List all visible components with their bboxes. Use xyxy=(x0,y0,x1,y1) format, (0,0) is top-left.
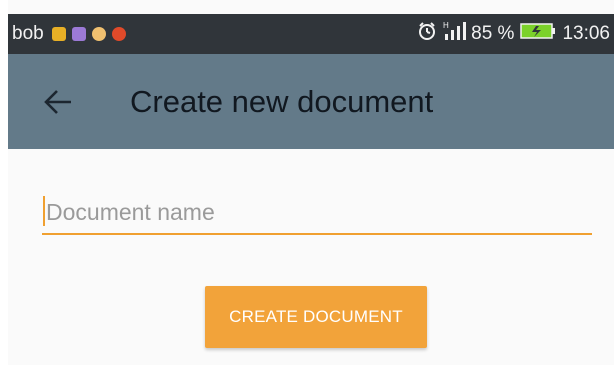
battery-icon xyxy=(520,22,556,46)
signal-icon: H xyxy=(443,20,469,48)
text-caret xyxy=(43,196,45,226)
status-left: bob xyxy=(8,23,132,45)
notification-app-icon-1 xyxy=(51,27,66,41)
status-time: 13:06 xyxy=(562,23,610,44)
svg-text:H: H xyxy=(443,21,449,30)
status-right: H 85 % 13:06 xyxy=(417,20,614,48)
page-title: Create new document xyxy=(130,83,434,119)
document-name-field[interactable] xyxy=(42,192,592,236)
app-toolbar: Create new document xyxy=(8,54,614,149)
arrow-left-icon xyxy=(44,89,71,114)
back-button[interactable] xyxy=(38,82,78,122)
status-bar: bob H 85 % 13:06 xyxy=(8,14,614,54)
input-underline xyxy=(42,233,592,235)
notification-app-icon-2 xyxy=(71,27,86,41)
notification-app-icon-3 xyxy=(91,27,106,41)
app-screen: bob H 85 % 13:06 Create new document Doc… xyxy=(8,0,614,365)
document-name-input[interactable] xyxy=(42,192,592,232)
status-user-name: bob xyxy=(12,23,44,44)
alarm-icon xyxy=(417,21,437,47)
notification-app-icon-4 xyxy=(111,27,126,41)
create-document-button[interactable]: CREATE DOCUMENT xyxy=(205,286,427,348)
battery-percent: 85 % xyxy=(471,23,515,44)
